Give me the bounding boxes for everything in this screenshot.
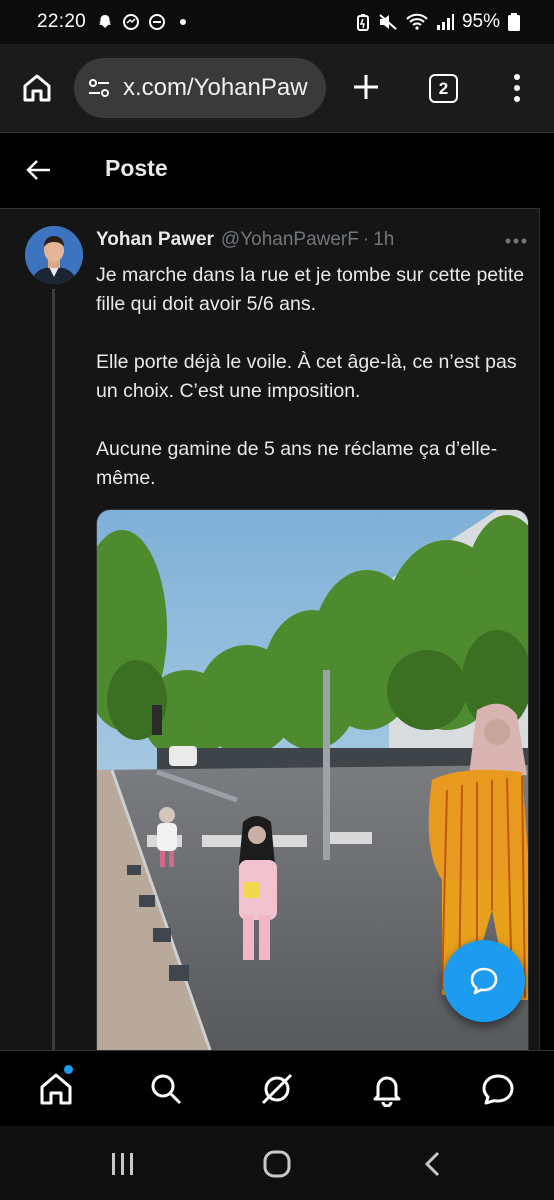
battery-percent: 95% — [461, 11, 500, 32]
thread-line — [52, 289, 55, 1050]
home-button-icon[interactable] — [262, 1150, 292, 1178]
home-icon[interactable] — [38, 1071, 74, 1107]
dnd-icon — [149, 14, 166, 30]
page-title: Poste — [105, 155, 168, 181]
avatar-portrait — [25, 226, 83, 284]
dot-icon — [180, 19, 187, 25]
status-time: 22:20 — [37, 11, 87, 32]
bottom-nav — [0, 1050, 554, 1126]
address-bar[interactable]: x.com/YohanPaw — [74, 58, 326, 118]
timeline: Yohan Pawer @YohanPawerF · 1h Je marche … — [0, 208, 554, 1050]
tweet-header: Yohan Pawer @YohanPawerF · 1h — [96, 229, 394, 251]
author-name[interactable]: Yohan Pawer — [96, 229, 214, 251]
tweet-text: Je marche dans la rue et je tombe sur ce… — [96, 261, 532, 522]
reply-fab-button[interactable] — [443, 940, 525, 1022]
system-nav-bar — [0, 1126, 554, 1200]
avatar[interactable] — [25, 226, 83, 284]
battery-icon — [508, 13, 520, 31]
app-header: Poste — [0, 132, 554, 208]
notifications-icon[interactable] — [369, 1071, 405, 1107]
tweet-time[interactable]: 1h — [373, 229, 394, 251]
notification-icons — [96, 13, 192, 31]
tab-count: 2 — [438, 78, 449, 98]
status-bar: 22:20 95% — [0, 0, 554, 44]
back-icon[interactable] — [418, 1150, 448, 1178]
more-vert-icon[interactable] — [505, 71, 529, 105]
separator: · — [362, 229, 370, 250]
system-icons: 95% — [356, 11, 520, 33]
tweet-paragraph: Je marche dans la rue et je tombe sur ce… — [96, 264, 525, 315]
messages-icon[interactable] — [480, 1071, 516, 1107]
search-icon[interactable] — [148, 1071, 184, 1107]
tweet-paragraph: Elle porte déjà le voile. À cet âge-là, … — [96, 351, 517, 402]
home-icon[interactable] — [20, 71, 54, 105]
browser-toolbar: x.com/YohanPaw 2 — [0, 44, 554, 132]
wifi-icon — [406, 13, 428, 30]
battery-saver-icon — [356, 14, 369, 31]
grok-icon[interactable] — [259, 1071, 295, 1107]
author-handle[interactable]: @YohanPawerF — [221, 229, 359, 251]
snapchat-icon — [99, 15, 112, 28]
back-arrow-icon[interactable] — [24, 155, 54, 185]
messenger-icon — [123, 14, 140, 30]
reply-bubble-icon — [470, 967, 498, 995]
more-horizontal-icon[interactable] — [504, 237, 528, 245]
new-tab-icon[interactable] — [350, 71, 382, 103]
home-badge — [64, 1065, 73, 1074]
recents-icon[interactable] — [108, 1150, 138, 1178]
signal-icon — [436, 14, 454, 30]
tweet[interactable]: Yohan Pawer @YohanPawerF · 1h Je marche … — [0, 208, 540, 1050]
tweet-paragraph: Aucune gamine de 5 ans ne réclame ça d’e… — [96, 438, 498, 489]
site-settings-icon[interactable] — [87, 76, 111, 100]
url-text: x.com/YohanPaw — [123, 74, 308, 101]
mute-icon — [379, 14, 397, 30]
tab-switcher-button[interactable]: 2 — [429, 74, 458, 103]
